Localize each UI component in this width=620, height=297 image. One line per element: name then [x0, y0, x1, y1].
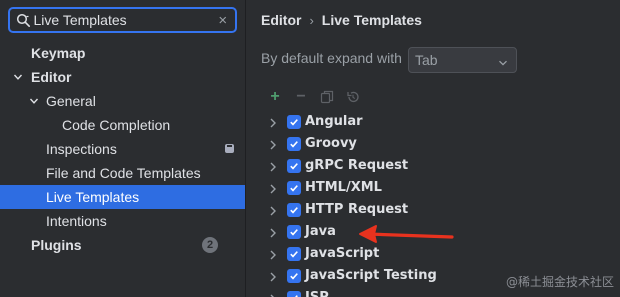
template-group-label: gRPC Request: [305, 158, 409, 173]
breadcrumb-current: Live Templates: [321, 12, 422, 28]
group-checkbox[interactable]: [287, 181, 301, 195]
sidebar-item-editor[interactable]: Editor: [0, 65, 245, 89]
plugins-update-badge: 2: [202, 237, 218, 253]
restore-icon[interactable]: [345, 89, 361, 105]
chevron-right-icon[interactable]: [268, 204, 278, 216]
expand-with-label: By default expand with: [261, 50, 402, 66]
sidebar-item-keymap[interactable]: Keymap: [0, 41, 245, 65]
group-checkbox[interactable]: [287, 115, 301, 129]
template-group-row[interactable]: HTML/XML: [246, 177, 620, 199]
clear-icon[interactable]: ×: [215, 9, 232, 31]
live-templates-panel: Editor › Live Templates By default expan…: [246, 0, 620, 297]
template-group-row[interactable]: Groovy: [246, 133, 620, 155]
sidebar-item-plugins[interactable]: Plugins 2: [0, 233, 245, 257]
chevron-down-icon[interactable]: [12, 71, 24, 83]
template-group-label: JavaScript Testing: [305, 268, 437, 283]
expand-with-row: By default expand with Tab: [261, 47, 517, 73]
group-checkbox[interactable]: [287, 203, 301, 217]
chevron-right-icon[interactable]: [268, 182, 278, 194]
sidebar-item-intentions[interactable]: Intentions: [0, 209, 245, 233]
sidebar-item-inspections[interactable]: Inspections: [0, 137, 245, 161]
chevron-right-icon[interactable]: [268, 248, 278, 260]
sidebar-item-label: General: [46, 93, 96, 109]
sidebar-item-label: Intentions: [46, 213, 107, 229]
group-checkbox[interactable]: [287, 137, 301, 151]
template-group-row[interactable]: Angular: [246, 111, 620, 133]
search-input[interactable]: [31, 12, 215, 28]
sidebar-item-label: Code Completion: [62, 117, 171, 133]
watermark: @稀土掘金技术社区: [505, 275, 614, 289]
remove-icon[interactable]: −: [293, 89, 309, 105]
templates-toolbar: + −: [267, 89, 361, 105]
chevron-right-icon[interactable]: [268, 292, 278, 297]
group-checkbox[interactable]: [287, 159, 301, 173]
settings-tree: Keymap Editor General Code Completion In…: [0, 41, 245, 257]
breadcrumb-separator: ›: [309, 12, 314, 28]
chevron-right-icon[interactable]: [268, 116, 278, 128]
template-group-label: HTML/XML: [305, 180, 382, 195]
template-group-row[interactable]: gRPC Request: [246, 155, 620, 177]
group-checkbox[interactable]: [287, 225, 301, 239]
template-groups-list: Angular Groovy gRPC Request HTML/XML HTTP Re…: [246, 111, 620, 297]
sidebar-item-general[interactable]: General: [0, 89, 245, 113]
chevron-right-icon[interactable]: [268, 160, 278, 172]
breadcrumb: Editor › Live Templates: [261, 12, 422, 28]
group-checkbox[interactable]: [287, 269, 301, 283]
template-group-label: HTTP Request: [305, 202, 409, 217]
chevron-down-icon: [498, 55, 508, 66]
sidebar-item-label: Plugins: [31, 237, 82, 253]
chevron-right-icon[interactable]: [268, 138, 278, 150]
sidebar-item-label: Editor: [31, 69, 72, 85]
template-group-row[interactable]: Java: [246, 221, 620, 243]
settings-search[interactable]: ×: [8, 7, 237, 33]
search-icon: [15, 9, 32, 31]
group-checkbox[interactable]: [287, 291, 301, 297]
sidebar-item-code-completion[interactable]: Code Completion: [0, 113, 245, 137]
sidebar-item-label: Keymap: [31, 45, 86, 61]
add-icon[interactable]: +: [267, 89, 283, 105]
settings-sidebar: × Keymap Editor General Code Completion …: [0, 0, 245, 297]
sidebar-item-live-templates[interactable]: Live Templates: [0, 185, 245, 209]
copy-icon[interactable]: [319, 89, 335, 105]
template-group-label: JSP: [305, 290, 329, 297]
group-checkbox[interactable]: [287, 247, 301, 261]
template-group-label: Angular: [305, 114, 363, 129]
template-group-label: Groovy: [305, 136, 357, 151]
sidebar-item-label: Inspections: [46, 141, 117, 157]
project-scope-icon: [225, 144, 234, 153]
template-group-row[interactable]: JavaScript: [246, 243, 620, 265]
chevron-down-icon[interactable]: [28, 95, 40, 107]
expand-with-value: Tab: [415, 52, 438, 68]
chevron-right-icon[interactable]: [268, 226, 278, 238]
breadcrumb-parent[interactable]: Editor: [261, 12, 301, 28]
template-group-row[interactable]: HTTP Request: [246, 199, 620, 221]
chevron-right-icon[interactable]: [268, 270, 278, 282]
expand-with-select[interactable]: Tab: [408, 47, 517, 73]
template-group-label: Java: [305, 224, 336, 239]
sidebar-item-label: Live Templates: [46, 189, 140, 205]
sidebar-item-label: File and Code Templates: [46, 165, 201, 181]
template-group-label: JavaScript: [305, 246, 380, 261]
sidebar-item-file-and-code-templates[interactable]: File and Code Templates: [0, 161, 245, 185]
